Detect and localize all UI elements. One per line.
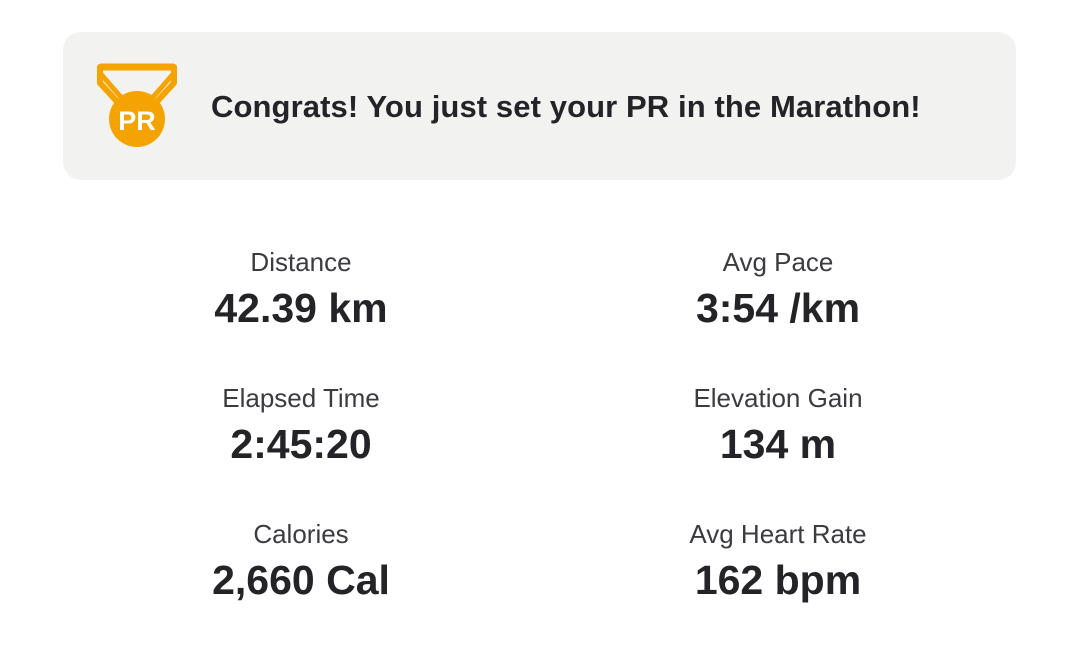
stats-grid: Distance 42.39 km Avg Pace 3:54 /km Elap… (0, 0, 1079, 669)
stat-value: 2:45:20 (230, 421, 372, 467)
stat-distance: Distance 42.39 km (111, 246, 491, 334)
stat-label: Calories (253, 519, 349, 549)
stat-label: Avg Heart Rate (689, 519, 867, 549)
stat-calories: Calories 2,660 Cal (111, 518, 491, 606)
stat-value: 42.39 km (214, 285, 388, 331)
stat-value: 3:54 /km (695, 285, 861, 331)
stat-value: 162 bpm (694, 557, 862, 603)
stat-value: 2,660 Cal (212, 557, 390, 603)
stat-elapsed-time: Elapsed Time 2:45:20 (111, 382, 491, 470)
stat-label: Elevation Gain (693, 383, 863, 413)
stat-label: Elapsed Time (222, 383, 380, 413)
stat-label: Avg Pace (722, 247, 834, 277)
stat-avg-pace: Avg Pace 3:54 /km (588, 246, 968, 334)
stat-avg-heart-rate: Avg Heart Rate 162 bpm (588, 518, 968, 606)
stat-elevation-gain: Elevation Gain 134 m (588, 382, 968, 470)
stat-label: Distance (250, 247, 352, 277)
stat-value: 134 m (719, 421, 837, 467)
